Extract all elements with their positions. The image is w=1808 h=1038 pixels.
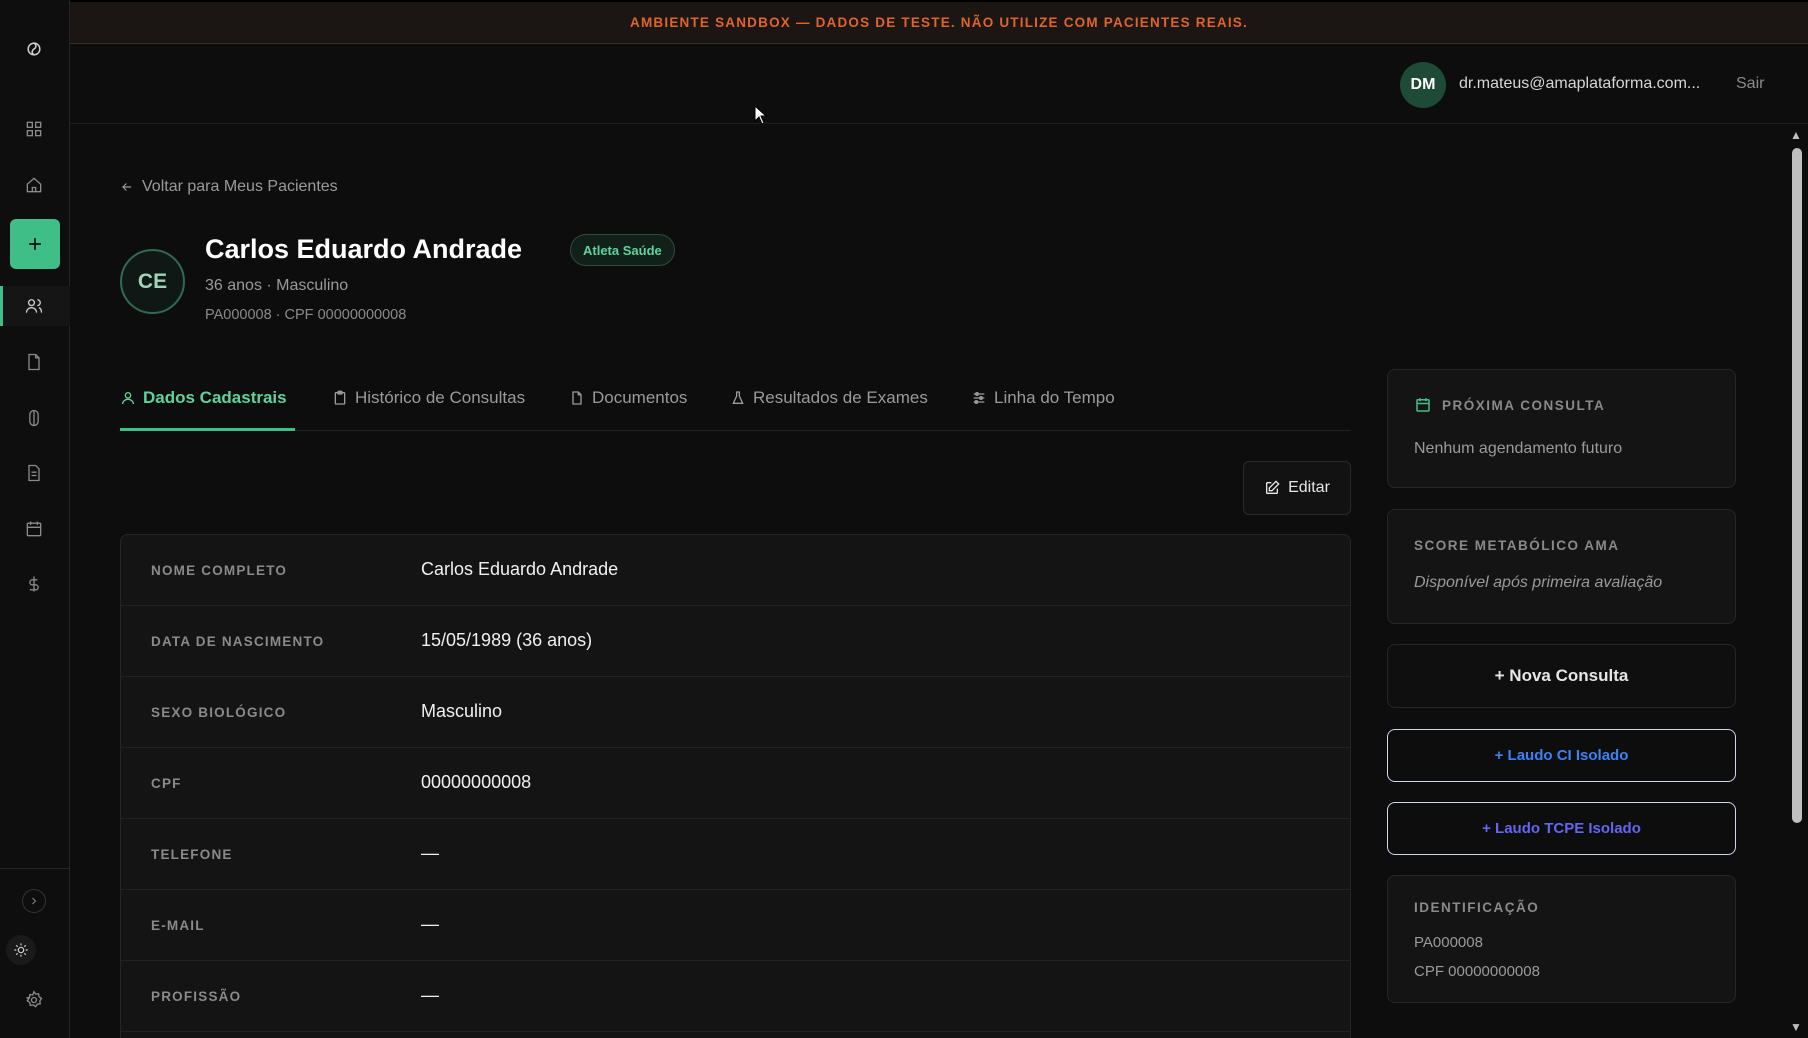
detail-row-telefone: TELEFONE — [121, 819, 1350, 890]
score-text: Disponível após primeira avaliação [1414, 574, 1663, 591]
file-icon[interactable] [14, 342, 54, 382]
tab-bar: Dados Cadastrais Histórico de Consultas … [120, 368, 1351, 431]
laudo-ci-button[interactable]: + Laudo CI Isolado [1387, 729, 1736, 782]
back-link-label: Voltar para Meus Pacientes [142, 178, 338, 195]
tab-documentos[interactable]: Documentos [569, 388, 687, 408]
tab-linha-tempo[interactable]: Linha do Tempo [971, 388, 1115, 408]
scroll-down-icon[interactable]: ▼ [1790, 1020, 1802, 1034]
detail-label: E-MAIL [151, 918, 205, 933]
score-title: SCORE METABÓLICO AMA [1414, 538, 1620, 553]
logout-button[interactable]: Sair [1736, 75, 1764, 93]
next-consult-text: Nenhum agendamento futuro [1414, 440, 1623, 457]
sidebar [0, 0, 70, 1038]
tab-label: Dados Cadastrais [143, 388, 287, 407]
back-link[interactable]: Voltar para Meus Pacientes [120, 178, 338, 196]
detail-value: — [421, 985, 439, 1005]
next-consult-card: PRÓXIMA CONSULTA Nenhum agendamento futu… [1387, 369, 1736, 488]
detail-row-sexo: SEXO BIOLÓGICO Masculino [121, 677, 1350, 748]
patient-ids: PA000008 · CPF 00000000008 [205, 307, 407, 323]
top-bar: DM dr.mateus@amaplataforma.com... Sair [70, 44, 1808, 124]
detail-label: PROFISSÃO [151, 989, 242, 1004]
detail-value: Masculino [421, 701, 503, 721]
document-icon[interactable] [14, 453, 54, 493]
clipboard-icon [334, 390, 346, 405]
detail-row-email: E-MAIL — [121, 890, 1350, 961]
detail-label: TELEFONE [151, 847, 233, 862]
pill-icon[interactable] [14, 398, 54, 438]
tab-label: Linha do Tempo [994, 388, 1115, 407]
scroll-up-icon[interactable]: ▲ [1790, 128, 1802, 142]
detail-value: 15/05/1989 (36 anos) [421, 630, 593, 650]
patient-badge: Atleta Saúde [570, 234, 675, 266]
edit-button[interactable]: Editar [1243, 461, 1351, 515]
score-card: SCORE METABÓLICO AMA Disponível após pri… [1387, 509, 1736, 624]
edit-icon [1266, 480, 1280, 494]
sliders-icon [973, 392, 985, 404]
sandbox-banner-text: AMBIENTE SANDBOX — DADOS DE TESTE. NÃO U… [630, 15, 1248, 30]
laudo-tcpe-button[interactable]: + Laudo TCPE Isolado [1387, 802, 1736, 855]
sun-icon[interactable] [6, 935, 36, 965]
gear-icon[interactable] [14, 980, 54, 1020]
detail-row-profissao: PROFISSÃO — [121, 961, 1350, 1032]
arrow-left-icon [122, 183, 132, 191]
identificacao-patient-id: PA000008 [1414, 934, 1483, 951]
edit-button-label: Editar [1288, 479, 1330, 496]
patient-details-card: NOME COMPLETO Carlos Eduardo Andrade DAT… [120, 534, 1351, 1038]
patient-avatar: CE [120, 249, 185, 314]
dollar-icon[interactable] [14, 564, 54, 604]
new-button[interactable] [10, 219, 60, 269]
logo-icon[interactable] [14, 29, 54, 69]
detail-value: — [421, 914, 439, 934]
detail-row-nascimento: DATA DE NASCIMENTO 15/05/1989 (36 anos) [121, 606, 1350, 677]
detail-value: Carlos Eduardo Andrade [421, 559, 619, 579]
users-icon[interactable] [14, 286, 54, 326]
sandbox-banner: AMBIENTE SANDBOX — DADOS DE TESTE. NÃO U… [70, 0, 1808, 44]
detail-value: — [421, 843, 439, 863]
detail-label: SEXO BIOLÓGICO [151, 705, 287, 720]
next-consult-title: PRÓXIMA CONSULTA [1442, 398, 1606, 413]
flask-icon [732, 391, 744, 404]
file-icon [572, 391, 582, 405]
user-icon [122, 392, 134, 405]
dashboard-icon[interactable] [14, 109, 54, 149]
detail-value: 00000000008 [421, 772, 532, 792]
tab-label: Histórico de Consultas [355, 388, 526, 407]
mouse-cursor-icon [754, 105, 768, 125]
identificacao-cpf: CPF 00000000008 [1414, 963, 1540, 980]
calendar-icon[interactable] [14, 509, 54, 549]
identificacao-card: IDENTIFICAÇÃO PA000008 CPF 00000000008 [1387, 875, 1736, 1003]
active-tab-underline [120, 428, 295, 431]
detail-row-cpf: CPF 00000000008 [121, 748, 1350, 819]
detail-label: DATA DE NASCIMENTO [151, 634, 325, 649]
tab-dados-cadastrais[interactable]: Dados Cadastrais [120, 388, 287, 408]
patient-meta: 36 anos · Masculino [205, 277, 349, 294]
detail-label: CPF [151, 776, 182, 791]
identificacao-title: IDENTIFICAÇÃO [1414, 900, 1540, 915]
scrollbar-thumb[interactable] [1792, 148, 1802, 823]
user-email: dr.mateus@amaplataforma.com... [1459, 75, 1701, 92]
sidebar-divider [0, 868, 70, 869]
tab-historico-consultas[interactable]: Histórico de Consultas [332, 388, 525, 408]
chevron-right-icon[interactable] [22, 889, 46, 913]
home-icon[interactable] [14, 165, 54, 205]
nova-consulta-button[interactable]: + Nova Consulta [1387, 644, 1736, 708]
detail-label: NOME COMPLETO [151, 563, 288, 578]
user-avatar[interactable]: DM [1400, 62, 1446, 108]
patient-name: Carlos Eduardo Andrade [205, 234, 523, 264]
tab-label: Resultados de Exames [753, 388, 928, 407]
calendar-icon [1416, 398, 1430, 412]
tab-label: Documentos [592, 388, 688, 407]
detail-row-nome: NOME COMPLETO Carlos Eduardo Andrade [121, 535, 1350, 606]
tab-resultados-exames[interactable]: Resultados de Exames [730, 388, 928, 408]
